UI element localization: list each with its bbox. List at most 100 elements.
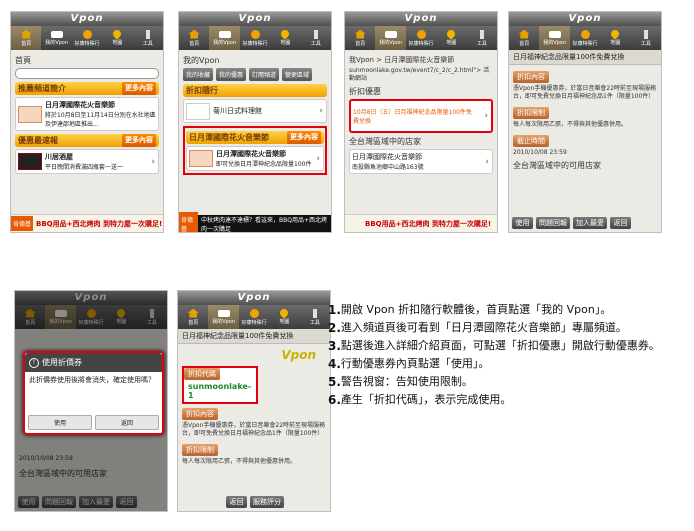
festival-thumbnail xyxy=(189,150,213,167)
tab-map[interactable]: 地圖 xyxy=(270,26,300,50)
restaurant-logo xyxy=(186,102,210,120)
section-deals: 優惠最速報 更多內容 xyxy=(15,134,159,147)
event-url[interactable]: sunmoonlake.gov.tw/event7/c_2/c_2.html">… xyxy=(349,67,493,83)
content-text: 憑Vpon手機優惠券，於當日音樂會22時前至現場服務台，即可免費兌換日月福神紀念… xyxy=(513,85,657,100)
restaurant-thumbnail xyxy=(18,153,42,170)
tab-tools[interactable]: 工具 xyxy=(467,26,497,50)
chevron-right-icon: › xyxy=(151,109,155,119)
tab-tools[interactable]: 工具 xyxy=(631,26,661,50)
tools-icon xyxy=(312,308,317,318)
store-item[interactable]: 日月潭國際花火音樂節 南投縣魚池鄉中山路163號 › xyxy=(349,149,493,174)
tab-my-vpon[interactable]: 我的Vpon xyxy=(41,26,71,50)
home-icon xyxy=(188,29,200,39)
step-5: 5. 警告視窗：告知使用限制。 xyxy=(328,375,473,389)
tools-icon xyxy=(313,29,318,39)
home-icon xyxy=(20,29,32,39)
tab-map[interactable]: 地圖 xyxy=(269,305,299,329)
more-button[interactable]: 更多內容 xyxy=(287,131,321,144)
ad-banner[interactable]: 肯德基 中秋烤肉達不達標？看這來，BBQ用品+西北烤肉一次購足 xyxy=(179,211,331,232)
tab-home[interactable]: 首頁 xyxy=(345,26,375,50)
info-icon: ! xyxy=(29,357,39,368)
step-1: 1. 開啟 Vpon 折扣隨行軟體後，首頁點選「我的 Vpon」。 xyxy=(328,303,612,317)
change-region-button[interactable]: 變更區域 xyxy=(282,68,313,81)
more-button[interactable]: 更多內容 xyxy=(122,82,156,95)
subscribe-button[interactable]: 訂閱頻道 xyxy=(249,68,280,81)
limit-text: 每人每次限用乙張，不得與其他優惠併用。 xyxy=(182,458,297,465)
tab-deals[interactable]: 好康特殊行 xyxy=(570,26,600,50)
chevron-right-icon: › xyxy=(484,111,488,121)
use-button[interactable]: 使用 xyxy=(512,217,533,229)
more-button[interactable]: 更多內容 xyxy=(122,134,156,147)
home-icon xyxy=(187,308,199,318)
page-title: 我的Vpon xyxy=(183,56,220,65)
tab-tools[interactable]: 工具 xyxy=(133,26,163,50)
step-2: 2. 進入頻道頁後可看到「日月潭國際花火音樂節」專屬頻道。 xyxy=(328,321,627,335)
my-favorites-button[interactable]: 我的收藏 xyxy=(183,68,214,81)
my-deals-button[interactable]: 我的優惠 xyxy=(216,68,247,81)
step-3: 3. 點選後進入詳細介紹頁面，可點選「折扣優惠」開啟行動優惠券。 xyxy=(328,339,660,353)
tab-bar: 首頁 我的Vpon 好康特殊行 地圖 工具 xyxy=(509,26,661,50)
tab-home[interactable]: 首頁 xyxy=(179,26,209,50)
coupon-title: 日月福神紀念品限量100件免費兌換 xyxy=(509,50,661,65)
tab-deals[interactable]: 好康特殊行 xyxy=(72,26,102,50)
list-item[interactable]: 菊川日式料理館 › xyxy=(183,99,327,123)
tab-my-vpon[interactable]: 我的Vpon xyxy=(208,305,239,329)
map-pin-icon xyxy=(609,28,622,40)
section-festival: 日月潭國際花火音樂節 更多內容 xyxy=(186,131,324,144)
screenshot-discount-code: Vpon 首頁 我的Vpon 好康特殊行 地圖 工具 日月福神紀念品限量100件… xyxy=(177,290,331,512)
cancel-button[interactable]: 返回 xyxy=(95,415,159,430)
tab-my-vpon[interactable]: 我的Vpon xyxy=(375,26,406,50)
section-discounts: 折扣隨行 xyxy=(183,84,327,97)
map-pin-icon xyxy=(279,28,292,40)
map-pin-icon xyxy=(445,28,458,40)
dialog-message: 此折價券使用後將會消失，確定使用嗎？ xyxy=(29,376,155,384)
list-item[interactable]: 川居酒屋 平日晚間消費滿四瓶套一送一 › xyxy=(15,149,159,174)
tab-home[interactable]: 首頁 xyxy=(178,305,208,329)
tab-deals[interactable]: 好康特殊行 xyxy=(239,305,269,329)
tab-map[interactable]: 地圖 xyxy=(102,26,132,50)
app-logo: Vpon xyxy=(179,12,331,26)
back-button[interactable]: 返回 xyxy=(226,496,247,508)
back-button[interactable]: 返回 xyxy=(610,217,631,229)
deals-icon xyxy=(416,29,426,39)
limit-text: 每人每次限用乙張，不得與其他優惠併用。 xyxy=(513,121,628,128)
ad-banner[interactable]: 肯德基 BBQ用品+西北烤肉 到特力屋一次購足! xyxy=(11,214,163,232)
tab-home[interactable]: 首頁 xyxy=(509,26,539,50)
list-item[interactable]: 日月潭國際花火音樂節 即可兌換日月潭神紀念品限量100件 › xyxy=(186,146,324,171)
search-input[interactable] xyxy=(15,68,159,79)
favorite-button[interactable]: 加入最愛 xyxy=(573,217,607,229)
rate-service-button[interactable]: 服務評分 xyxy=(250,496,284,508)
breadcrumb[interactable]: 我Vpon > 日月潭國際花火音樂節 xyxy=(349,55,493,65)
tab-home[interactable]: 首頁 xyxy=(11,26,42,50)
chevron-right-icon: › xyxy=(151,156,155,167)
tab-map[interactable]: 地圖 xyxy=(436,26,466,50)
tab-map[interactable]: 地圖 xyxy=(600,26,630,50)
tab-deals[interactable]: 好康特殊行 xyxy=(406,26,436,50)
tab-my-vpon[interactable]: 我的Vpon xyxy=(539,26,570,50)
tools-icon xyxy=(479,29,484,39)
tab-my-vpon[interactable]: 我的Vpon xyxy=(209,26,240,50)
offer-item[interactable]: 10月8日（五）日月福神紀念品限量100件免費兌換 › xyxy=(349,99,493,133)
deals-icon xyxy=(580,29,590,39)
vpon-icon xyxy=(50,30,63,38)
tab-tools[interactable]: 工具 xyxy=(301,26,331,50)
report-button[interactable]: 問題回報 xyxy=(536,217,570,229)
code-highlight: 折扣代碼 sunmoonlake-1 xyxy=(182,366,258,404)
screenshot-home: Vpon 首頁 我的Vpon 好康特殊行 地圖 工具 首頁 推薦頻道簡介 更多內容… xyxy=(10,11,164,233)
tab-tools[interactable]: 工具 xyxy=(300,305,330,329)
ad-banner[interactable]: BBQ用品+西北烤肉 到特力屋一次購足! xyxy=(345,214,497,232)
deadline-text: 2010/10/08 23:59 xyxy=(513,149,567,156)
deadline-tag: 截止時間 xyxy=(513,135,549,147)
vpon-icon xyxy=(548,30,561,38)
tab-bar: 首頁 我的Vpon 好康特殊行 地圖 工具 xyxy=(178,305,330,329)
coupon-title: 日月福神紀念品限量100件免費兌換 xyxy=(178,329,330,344)
instruction-steps: 1. 開啟 Vpon 折扣隨行軟體後，首頁點選「我的 Vpon」。 2. 進入頻道頁… xyxy=(328,301,690,409)
list-item[interactable]: 日月潭國際花火音樂節 將於10月8日至11月14日分別在水社地區及伊達邵地區推出.… xyxy=(15,97,159,131)
content-tag: 折扣內容 xyxy=(182,408,218,420)
screenshot-my-vpon: Vpon 首頁 我的Vpon 好康特殊行 地圖 工具 我的Vpon 我的收藏 我… xyxy=(178,11,332,233)
confirm-use-button[interactable]: 使用 xyxy=(28,415,92,430)
content-tag: 折扣內容 xyxy=(513,71,549,83)
dialog-buttons: 使用 返回 xyxy=(28,415,159,430)
tab-deals[interactable]: 好康特殊行 xyxy=(240,26,270,50)
stores-title: 全台灣區域中的可用店家 xyxy=(513,161,601,170)
